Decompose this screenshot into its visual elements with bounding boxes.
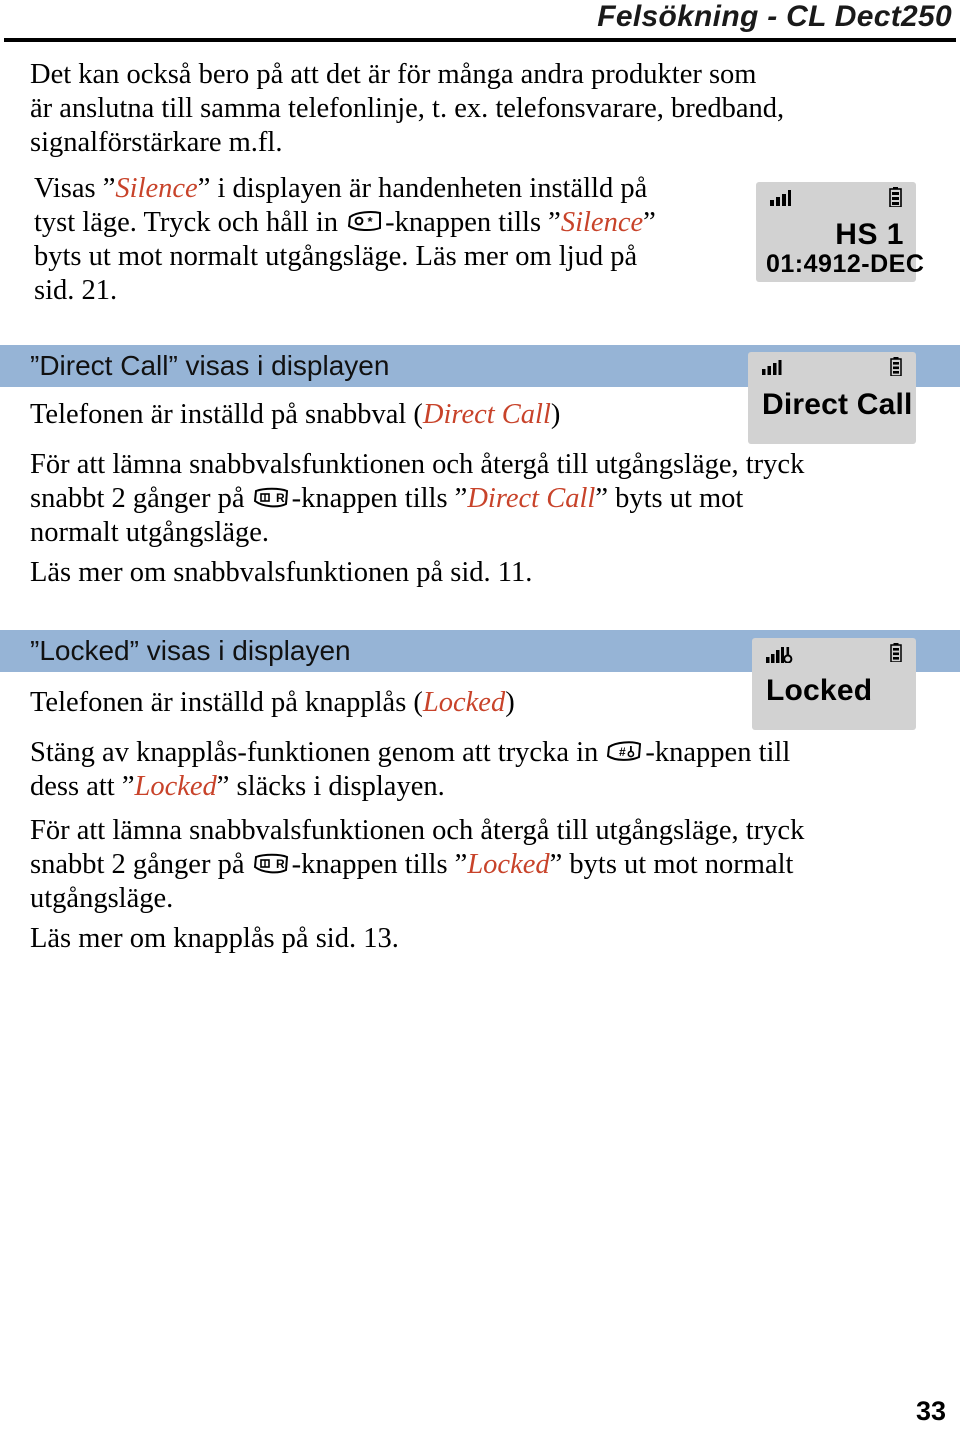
section-band-direct-call-label: ”Direct Call” visas i displayen: [30, 350, 390, 381]
text-seg: Stäng av knapplås-funktionen genom att t…: [30, 737, 606, 768]
display-mode-text: Locked: [766, 674, 873, 707]
r-key-icon: R: [253, 485, 291, 509]
intro-paragraph-1-line-1: Det kan också bero på att det är för mån…: [30, 59, 757, 90]
display-mode-text: Direct Call: [762, 388, 913, 421]
star-key-icon: *: [346, 209, 384, 233]
text-seg: -knappen tills ”: [291, 849, 468, 880]
display-date: 12-DEC: [832, 250, 925, 278]
signal-bars-icon: [770, 190, 792, 211]
intro-paragraph-2: Visas ”Silence” i displayen är handenhet…: [34, 172, 734, 308]
text-seg: ): [505, 687, 515, 718]
text-seg: ”: [643, 207, 656, 238]
text-seg: ): [550, 399, 561, 430]
text-seg: Visas ”: [34, 173, 116, 204]
text-seg: ” byts ut mot normalt: [549, 849, 794, 880]
svg-text:R: R: [276, 857, 285, 871]
direct-call-paragraph-2-line-3: normalt utgångsläge.: [30, 517, 270, 548]
emphasis-locked: Locked: [134, 771, 217, 802]
text-seg: Telefonen är inställd på knapplås (: [30, 687, 423, 718]
svg-text:R: R: [276, 491, 285, 505]
direct-call-paragraph-2-line-1: För att lämna snabbvalsfunktionen och åt…: [30, 449, 805, 480]
intro-paragraph-1-line-2: är anslutna till samma telefonlinje, t. …: [30, 93, 785, 124]
intro-paragraph-2-line-1: Visas ”Silence” i displayen är handenhet…: [34, 172, 734, 206]
text-seg: snabbt 2 gånger på: [30, 849, 252, 880]
handset-display-locked: Locked: [752, 638, 916, 730]
text-seg: ” släcks i displayen.: [216, 771, 445, 802]
section-band-locked-label: ”Locked” visas i displayen: [30, 635, 351, 666]
text-seg: -knappen till: [645, 737, 791, 768]
battery-icon: [890, 357, 902, 381]
direct-call-paragraph-1: Telefonen är inställd på snabbval (Direc…: [30, 398, 730, 432]
display-time-date: 01:49 12-DEC: [766, 250, 924, 279]
display-status-bar: [748, 352, 916, 382]
text-seg: -knappen tills ”: [291, 483, 468, 514]
emphasis-direct-call: Direct Call: [467, 483, 596, 514]
direct-call-paragraph-2: För att lämna snabbvalsfunktionen och åt…: [30, 448, 930, 550]
locked-paragraph-2-line-1: Stäng av knapplås-funktionen genom att t…: [30, 736, 930, 770]
locked-paragraph-2-line-2: dess att ”Locked” släcks i displayen.: [30, 770, 930, 804]
locked-paragraph-1: Telefonen är inställd på knapplås (Locke…: [30, 686, 730, 720]
emphasis-silence: Silence: [560, 207, 644, 238]
display-handset-label: HS 1: [835, 218, 904, 251]
intro-paragraph-1-line-3: signalförstärkare m.fl.: [30, 127, 283, 158]
direct-call-paragraph-3: Läs mer om snabbvalsfunktionen på sid. 1…: [30, 557, 533, 588]
handset-display-idle: HS 1 01:49 12-DEC: [756, 182, 924, 282]
signal-bars-keylock-icon: [766, 646, 796, 668]
text-seg: Telefonen är inställd på snabbval (: [30, 399, 423, 430]
locked-paragraph-2: Stäng av knapplås-funktionen genom att t…: [30, 736, 930, 804]
intro-paragraph-2-line-3: byts ut mot normalt utgångsläge. Läs mer…: [34, 241, 638, 272]
hash-lock-key-icon: #: [606, 739, 644, 763]
r-key-icon: R: [253, 851, 291, 875]
locked-paragraph-3-line-3: utgångsläge.: [30, 883, 174, 914]
signal-bars-icon: [762, 360, 782, 380]
locked-paragraph-3-line-1: För att lämna snabbvalsfunktionen och åt…: [30, 815, 805, 846]
page-header: Felsökning - CL Dect250: [0, 0, 960, 46]
emphasis-locked: Locked: [422, 687, 506, 718]
display-time: 01:49: [766, 250, 833, 278]
intro-paragraph-2-line-2: tyst läge. Tryck och håll in * -knappen t…: [34, 206, 734, 240]
locked-paragraph-3: För att lämna snabbvalsfunktionen och åt…: [30, 814, 930, 916]
emphasis-direct-call: Direct Call: [422, 399, 551, 430]
locked-paragraph-4: Läs mer om knapplås på sid. 13.: [30, 923, 399, 954]
intro-paragraph-2-line-4: sid. 21.: [34, 275, 118, 306]
svg-text:#: #: [619, 745, 626, 759]
emphasis-silence: Silence: [115, 173, 198, 204]
text-seg: ” byts ut mot: [595, 483, 744, 514]
direct-call-paragraph-2-line-2: snabbt 2 gånger på R -knappen tills ”Dire…: [30, 482, 930, 516]
text-seg: ” i displayen är handenheten inställd på: [197, 173, 648, 204]
text-seg: snabbt 2 gånger på: [30, 483, 252, 514]
handset-display-direct-call: Direct Call: [748, 352, 916, 444]
text-seg: dess att ”: [30, 771, 135, 802]
page-number: 33: [915, 1396, 946, 1426]
text-seg: -knappen tills ”: [385, 207, 561, 238]
intro-paragraph-1: Det kan också bero på att det är för mån…: [30, 58, 930, 160]
display-status-bar: [752, 638, 916, 668]
emphasis-locked: Locked: [467, 849, 550, 880]
header-divider: [4, 38, 956, 42]
battery-icon: [890, 643, 902, 667]
header-title: Felsökning - CL Dect250: [597, 0, 952, 33]
display-status-bar: [756, 182, 916, 212]
battery-icon: [889, 187, 902, 212]
locked-paragraph-3-line-2: snabbt 2 gånger på R -knappen tills ”Lock…: [30, 848, 930, 882]
text-seg: tyst läge. Tryck och håll in: [34, 207, 346, 238]
